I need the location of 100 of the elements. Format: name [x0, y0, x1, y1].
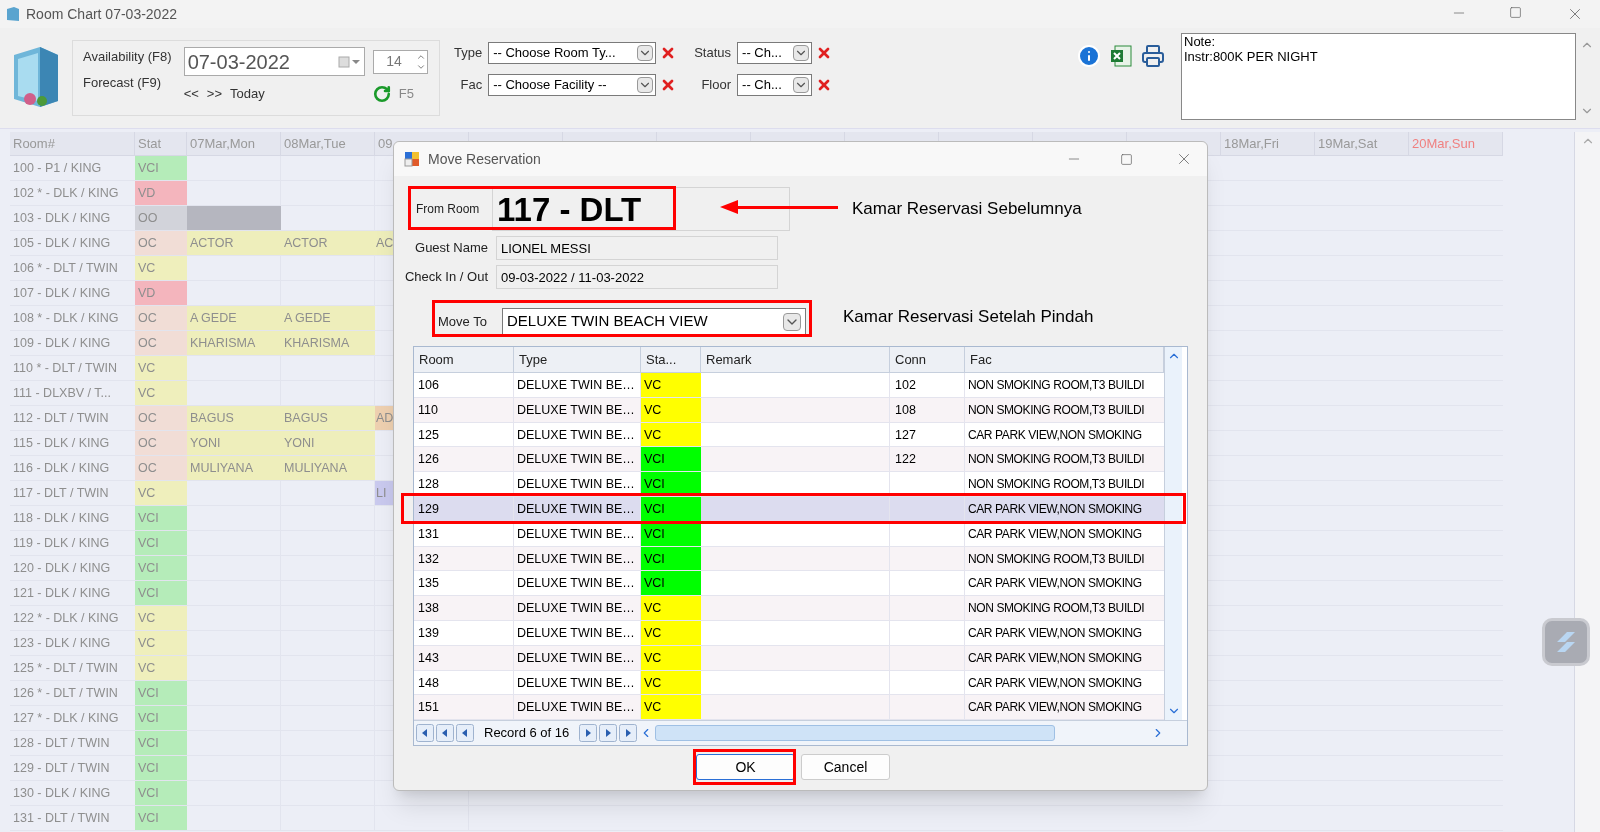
filter-label: Type: [454, 44, 483, 63]
status-cell: VCI: [135, 706, 187, 730]
status-cell: VCI: [135, 681, 187, 705]
column-header[interactable]: Sta...: [641, 347, 701, 372]
status-cell: VC: [641, 596, 701, 620]
status-cell: VCI: [135, 756, 187, 780]
field-label: Move To: [437, 312, 488, 331]
table-cell-text: CAR PARK VIEW,NON SMOKING: [967, 649, 1143, 667]
status-cell: VC: [135, 656, 187, 680]
pager-first-icon[interactable]: [416, 724, 434, 743]
status-cell: VCI: [641, 546, 701, 571]
room-cell-text: 118 - DLK / KING: [12, 510, 111, 527]
table-cell: 135: [414, 571, 514, 596]
window-title: Room Chart 07-03-2022: [26, 4, 177, 24]
filter-label: Fac: [459, 76, 483, 95]
table-cell-text: CAR PARK VIEW,NON SMOKING: [967, 699, 1143, 717]
table-cell: 131: [414, 521, 514, 546]
column-header[interactable]: Type: [514, 347, 641, 372]
move-to-dropdown[interactable]: DELUXE TWIN BEACH VIEW: [502, 307, 806, 336]
note-text: Instr:800K PER NIGHT: [1184, 49, 1319, 64]
status-cell: OC: [135, 331, 187, 355]
room-cell-text: 123 - DLK / KING: [12, 635, 112, 652]
status-cell: OC: [135, 406, 187, 430]
room-cell-text: 108 * - DLK / KING: [12, 310, 120, 327]
status-cell: OO: [135, 206, 187, 230]
refresh-icon[interactable]: [372, 84, 391, 103]
info-icon[interactable]: [1077, 44, 1101, 68]
maximize-icon[interactable]: [1120, 152, 1133, 166]
status-cell: OC: [135, 231, 187, 255]
printer-icon[interactable]: [1141, 44, 1165, 68]
dropdown[interactable]: -- Ch...: [737, 42, 813, 64]
room-cell-text: 125 * - DLT / TWIN: [12, 660, 119, 677]
table-cell: 122: [890, 447, 965, 472]
dropdown[interactable]: -- Ch...: [737, 74, 813, 96]
mode-link[interactable]: Availability (F8): [83, 47, 172, 67]
column-header[interactable]: Conn: [890, 347, 965, 372]
pager-next-page-icon[interactable]: [599, 724, 618, 743]
status-cell: VCI: [135, 581, 187, 605]
status-cell: OC: [135, 306, 187, 330]
dropdown[interactable]: -- Choose Facility --: [488, 74, 657, 96]
days-spinner[interactable]: 14: [372, 49, 428, 74]
column-header[interactable]: Remark: [701, 347, 890, 372]
table-row[interactable]: 106 DELUXE TWIN BE… VC 102 NON SMOKING ROOM,T3 BUILDI: [414, 373, 1164, 398]
room-cell-text: 107 - DLK / KING: [12, 285, 112, 302]
table-row[interactable]: 151 DELUXE TWIN BE… VC CAR PARK VIEW,NON SMOKING: [414, 695, 1164, 721]
field-label: Check In / Out: [403, 268, 489, 287]
dialog-button[interactable]: Cancel: [801, 754, 890, 781]
nav-link[interactable]: <<: [183, 84, 199, 104]
pager-prev-page-icon[interactable]: [436, 724, 454, 743]
table-row[interactable]: 138 DELUXE TWIN BE… VC NON SMOKING ROOM,T3 BUILDI: [414, 596, 1164, 621]
room-cell-text: 115 - DLK / KING: [12, 435, 111, 452]
table-cell: 128: [414, 472, 514, 496]
pager-last-icon[interactable]: [619, 724, 638, 743]
nav-link[interactable]: Today: [230, 84, 265, 104]
status-cell: VCI: [641, 497, 701, 521]
filter-label: Status: [694, 44, 732, 63]
table-cell: 110: [414, 397, 514, 422]
table-cell-text: CAR PARK VIEW,NON SMOKING: [967, 426, 1143, 444]
dropdown[interactable]: -- Choose Room Ty...: [488, 42, 657, 64]
nav-link[interactable]: >>: [206, 84, 222, 104]
calendar-dropdown-icon: [337, 55, 360, 68]
table-row[interactable]: 125 DELUXE TWIN BE… VC 127 CAR PARK VIEW,NON SMOKING: [414, 422, 1164, 448]
table-row[interactable]: 110 DELUXE TWIN BE… VC 108 NON SMOKING ROOM,T3 BUILDI: [414, 397, 1164, 423]
table-row[interactable]: 148 DELUXE TWIN BE… VC CAR PARK VIEW,NON SMOKING: [414, 670, 1164, 696]
table-row[interactable]: 143 DELUXE TWIN BE… VC CAR PARK VIEW,NON SMOKING: [414, 645, 1164, 671]
mode-link[interactable]: Forecast (F9): [83, 72, 172, 92]
room-cell-text: 112 - DLT / TWIN: [12, 410, 110, 427]
room-cell-text: 109 - DLK / KING: [12, 335, 112, 352]
table-row[interactable]: 139 DELUXE TWIN BE… VC CAR PARK VIEW,NON SMOKING: [414, 620, 1164, 646]
date-field[interactable]: 07-03-2022: [183, 47, 365, 76]
status-cell: OC: [135, 456, 187, 480]
status-cell: VCI: [135, 731, 187, 755]
status-cell: VCI: [135, 531, 187, 555]
column-header[interactable]: Room: [414, 347, 514, 372]
scrollbar[interactable]: [1164, 347, 1182, 721]
room-cell-text: 119 - DLK / KING: [12, 535, 111, 552]
room-cell-text: 105 - DLK / KING: [12, 235, 112, 252]
table-cell-text: CAR PARK VIEW,NON SMOKING: [967, 575, 1143, 593]
table-cell: 106: [414, 373, 514, 397]
status-cell: VC: [135, 481, 187, 505]
table-row[interactable]: 132 DELUXE TWIN BE… VCI NON SMOKING ROOM,T3 BUILDI: [414, 546, 1164, 572]
table-cell: 102: [890, 373, 965, 397]
pager-prev-icon[interactable]: [456, 724, 474, 743]
table-row[interactable]: 129 DELUXE TWIN BE… VCI CAR PARK VIEW,NON SMOKING: [414, 497, 1164, 522]
status-cell: VCI: [641, 571, 701, 596]
table-row[interactable]: 135 DELUXE TWIN BE… VCI CAR PARK VIEW,NON SMOKING: [414, 571, 1164, 597]
room-cell-text: 122 * - DLK / KING: [12, 610, 120, 627]
horizontal-scrollbar[interactable]: [655, 725, 1056, 742]
table-row[interactable]: 128 DELUXE TWIN BE… VCI NON SMOKING ROOM,T3 BUILDI: [414, 472, 1164, 497]
maximize-icon[interactable]: [1509, 6, 1522, 19]
table-cell-text: NON SMOKING ROOM,T3 BUILDI: [967, 476, 1146, 494]
dialog-button[interactable]: OK: [696, 754, 795, 781]
spreadsheet-icon[interactable]: [1109, 44, 1133, 68]
pager-next-icon[interactable]: [579, 724, 598, 743]
table-cell: 139: [414, 620, 514, 645]
room-cell-text: 126 * - DLT / TWIN: [12, 685, 119, 702]
room-cell-text: 129 - DLT / TWIN: [12, 760, 111, 777]
status-cell: VD: [135, 281, 187, 305]
table-row[interactable]: 126 DELUXE TWIN BE… VCI 122 NON SMOKING ROOM,T3 BUILDI: [414, 447, 1164, 473]
room-cell-text: 117 - DLT / TWIN: [12, 485, 110, 502]
